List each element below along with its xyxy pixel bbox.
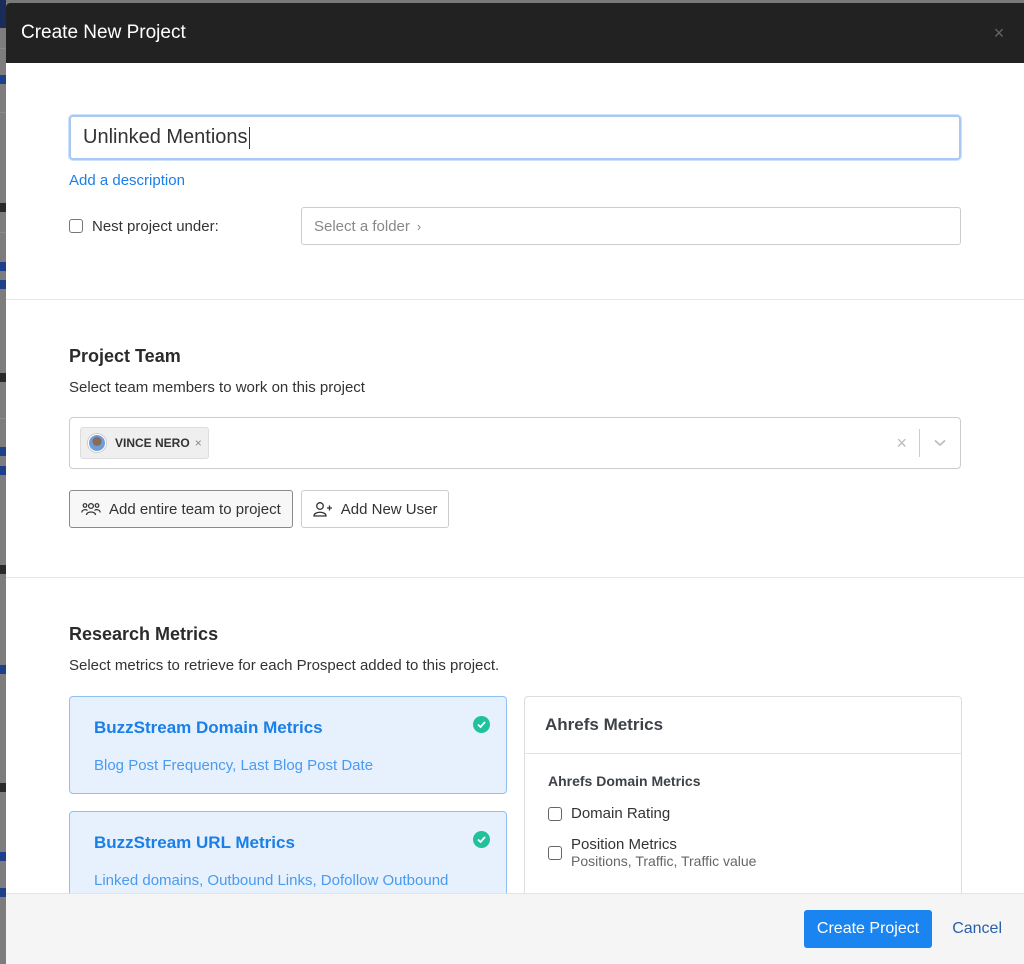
project-details-section: Unlinked Mentions Add a description Nest… [6,63,1024,300]
domain-rating-checkbox[interactable] [548,806,562,821]
users-icon [81,502,101,516]
research-metrics-subtitle: Select metrics to retrieve for each Pros… [69,657,500,674]
cancel-button[interactable]: Cancel [952,920,1002,938]
user-plus-icon [313,502,332,517]
check-circle-icon [473,831,490,848]
metric-card-description: Blog Post Frequency, Last Blog Post Date [94,757,374,774]
check-circle-icon [473,716,490,733]
member-chip: VINCE NERO × [80,427,209,459]
ahrefs-metrics-panel: Ahrefs Metrics Ahrefs Domain Metrics Dom… [524,696,962,894]
modal-title: Create New Project [21,22,186,43]
metric-card-title: BuzzStream Domain Metrics [94,718,323,737]
ahrefs-metrics-body: Ahrefs Domain Metrics Domain Rating Posi… [525,754,961,869]
ahrefs-metrics-title: Ahrefs Metrics [525,697,961,754]
ahrefs-domain-metrics-title: Ahrefs Domain Metrics [548,773,701,789]
close-icon[interactable]: × [989,23,1009,44]
ahrefs-item-domain-rating[interactable]: Domain Rating [548,805,938,822]
project-team-title: Project Team [69,346,181,366]
team-buttons: Add entire team to project Add New User [69,490,967,528]
add-entire-team-button[interactable]: Add entire team to project [69,490,293,528]
nest-project-checkbox[interactable] [69,219,83,233]
nest-project-row: Nest project under: Select a folder › [69,207,967,245]
project-team-section: Project Team Select team members to work… [6,300,1024,578]
clear-icon[interactable]: × [884,433,919,454]
position-metrics-label: Position Metrics [571,836,677,853]
chevron-down-icon[interactable] [920,439,960,447]
ahrefs-item-position-metrics[interactable]: Position Metrics Positions, Traffic, Tra… [548,836,938,869]
nest-project-label: Nest project under: [92,217,219,235]
folder-select[interactable]: Select a folder › [301,207,961,245]
modal-footer: Create Project Cancel [6,893,1024,964]
member-name: VINCE NERO [115,436,190,450]
avatar [88,434,106,452]
position-metrics-sublabel: Positions, Traffic, Traffic value [571,853,757,869]
text-caret [248,126,250,149]
add-new-user-label: Add New User [340,500,438,518]
metrics-grid: BuzzStream Domain Metrics Blog Post Freq… [69,696,967,894]
team-member-select[interactable]: VINCE NERO × × [69,417,961,469]
folder-placeholder: Select a folder [314,217,410,235]
modal-header: Create New Project × [6,3,1024,63]
create-project-button[interactable]: Create Project [803,910,933,948]
position-metrics-checkbox[interactable] [548,845,562,860]
buzzstream-domain-metrics-card[interactable]: BuzzStream Domain Metrics Blog Post Freq… [69,696,507,794]
add-description-link[interactable]: Add a description [69,172,185,189]
research-metrics-title: Research Metrics [69,624,219,644]
add-entire-team-label: Add entire team to project [109,500,281,518]
add-new-user-button[interactable]: Add New User [300,490,450,528]
project-team-subtitle: Select team members to work on this proj… [69,379,365,396]
metric-card-title: BuzzStream URL Metrics [94,833,295,852]
research-metrics-section: Research Metrics Select metrics to retri… [6,578,1024,894]
create-project-modal: Create New Project × Unlinked Mentions A… [6,3,1024,964]
modal-body: Unlinked Mentions Add a description Nest… [6,63,1024,894]
buzzstream-metrics: BuzzStream Domain Metrics Blog Post Freq… [69,696,507,894]
buzzstream-url-metrics-card[interactable]: BuzzStream URL Metrics Linked domains, O… [69,811,507,894]
chevron-right-icon: › [416,218,422,234]
metric-card-description: Linked domains, Outbound Links, Dofollow… [94,872,449,889]
select-controls: × [884,418,960,468]
project-name-input[interactable]: Unlinked Mentions [69,115,961,160]
project-name-value: Unlinked Mentions [83,126,248,148]
domain-rating-label: Domain Rating [571,805,671,822]
remove-member-icon[interactable]: × [195,436,202,450]
